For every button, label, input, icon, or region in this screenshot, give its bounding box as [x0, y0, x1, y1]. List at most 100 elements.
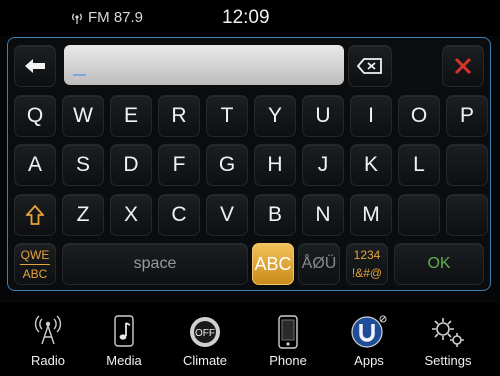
- music-note-icon: [114, 315, 134, 347]
- key-blank: [398, 194, 440, 236]
- key-e[interactable]: E: [110, 95, 152, 137]
- key-l[interactable]: L: [398, 144, 440, 186]
- key-x[interactable]: X: [110, 194, 152, 236]
- key-label: T: [220, 104, 234, 127]
- key-label: J: [317, 153, 329, 176]
- nav-label: Climate: [182, 353, 228, 368]
- abc-small-label: ABC: [22, 266, 48, 281]
- key-n[interactable]: N: [302, 194, 344, 236]
- accent-label: ÅØÜ: [301, 255, 337, 272]
- key-label: O: [410, 104, 428, 127]
- back-button[interactable]: [14, 45, 56, 87]
- nav-settings[interactable]: Settings: [408, 303, 488, 376]
- key-a[interactable]: A: [14, 144, 56, 186]
- key-label: X: [123, 203, 138, 226]
- key-i[interactable]: I: [350, 95, 392, 137]
- space-button[interactable]: space: [62, 243, 248, 285]
- key-label: V: [219, 203, 234, 226]
- key-z[interactable]: Z: [62, 194, 104, 236]
- key-blank: [446, 144, 488, 186]
- key-blank: [446, 194, 488, 236]
- key-b[interactable]: B: [254, 194, 296, 236]
- key-label: D: [123, 153, 139, 176]
- accent-chars-button[interactable]: ÅØÜ: [298, 243, 340, 285]
- key-label: R: [171, 104, 187, 127]
- key-label: M: [362, 203, 380, 226]
- nav-label: Apps: [354, 353, 384, 368]
- key-label: Z: [76, 203, 90, 226]
- status-bar: FM 87.9 12:09: [0, 0, 500, 36]
- phone-icon: [278, 315, 298, 349]
- key-y[interactable]: Y: [254, 95, 296, 137]
- nav-radio[interactable]: Radio: [8, 303, 88, 376]
- key-g[interactable]: G: [206, 144, 248, 186]
- nav-phone[interactable]: Phone: [248, 303, 328, 376]
- key-o[interactable]: O: [398, 95, 440, 137]
- radio-station-text: FM 87.9: [88, 9, 144, 26]
- key-q[interactable]: Q: [14, 95, 56, 137]
- key-label: H: [267, 153, 283, 176]
- climate-off-icon: OFF: [190, 317, 220, 347]
- key-label: S: [75, 153, 90, 176]
- qwe-abc-layout-button[interactable]: QWE ABC: [14, 243, 56, 285]
- broadcast-icon: [72, 13, 82, 24]
- shift-arrow-icon: [26, 205, 44, 225]
- key-m[interactable]: M: [350, 194, 392, 236]
- key-label: K: [363, 153, 378, 176]
- key-label: C: [171, 203, 187, 226]
- key-label: Y: [267, 104, 282, 127]
- key-h[interactable]: H: [254, 144, 296, 186]
- back-arrow-icon: [25, 59, 45, 73]
- key-label: E: [123, 104, 138, 127]
- nav-label: Settings: [424, 353, 472, 368]
- keyboard-panel: QWERTYUIOP ASDFGHJKL ZXCVBNM QWE ABC spa…: [7, 37, 491, 291]
- abc-mode-button[interactable]: ABC: [252, 243, 294, 285]
- key-j[interactable]: J: [302, 144, 344, 186]
- key-d[interactable]: D: [110, 144, 152, 186]
- key-label: G: [218, 153, 236, 176]
- qwe-label: QWE: [20, 247, 50, 262]
- key-k[interactable]: K: [350, 144, 392, 186]
- climate-off-text: OFF: [195, 328, 215, 339]
- search-input[interactable]: [64, 45, 344, 85]
- numbers-symbols-button[interactable]: 1234 !&#@: [346, 243, 388, 285]
- key-c[interactable]: C: [158, 194, 200, 236]
- mode-divider: [20, 263, 50, 265]
- key-u[interactable]: U: [302, 95, 344, 137]
- key-label: F: [172, 153, 186, 176]
- space-label: space: [133, 255, 177, 272]
- nav-apps[interactable]: Apps: [329, 303, 409, 376]
- key-label: Q: [26, 104, 44, 127]
- key-label: U: [315, 104, 331, 127]
- numbers-label: 1234: [353, 248, 381, 262]
- text-cursor: [73, 74, 86, 76]
- nav-climate[interactable]: OFF Climate: [165, 303, 245, 376]
- key-w[interactable]: W: [62, 95, 104, 137]
- key-r[interactable]: R: [158, 95, 200, 137]
- key-f[interactable]: F: [158, 144, 200, 186]
- backspace-button[interactable]: [348, 45, 392, 87]
- radio-tower-icon: [34, 315, 62, 345]
- ok-label: OK: [427, 255, 451, 272]
- key-p[interactable]: P: [446, 95, 488, 137]
- close-icon: [454, 57, 472, 75]
- key-label: B: [267, 203, 282, 226]
- nav-label: Phone: [269, 353, 307, 368]
- key-label: I: [368, 104, 374, 127]
- key-label: P: [459, 104, 474, 127]
- shift-button[interactable]: [14, 194, 56, 236]
- key-label: L: [413, 153, 425, 176]
- close-button[interactable]: [442, 45, 484, 87]
- symbols-label: !&#@: [351, 266, 383, 280]
- ok-button[interactable]: OK: [394, 243, 484, 285]
- key-t[interactable]: T: [206, 95, 248, 137]
- nav-media[interactable]: Media: [84, 303, 164, 376]
- key-label: W: [73, 104, 93, 127]
- gear-icon: [432, 318, 464, 347]
- key-label: A: [27, 153, 42, 176]
- apps-icon: [351, 315, 387, 348]
- key-v[interactable]: V: [206, 194, 248, 236]
- key-s[interactable]: S: [62, 144, 104, 186]
- bottom-nav: Radio Media OFF Climate Phone Apps Setti…: [0, 303, 500, 376]
- nav-label: Media: [106, 353, 142, 368]
